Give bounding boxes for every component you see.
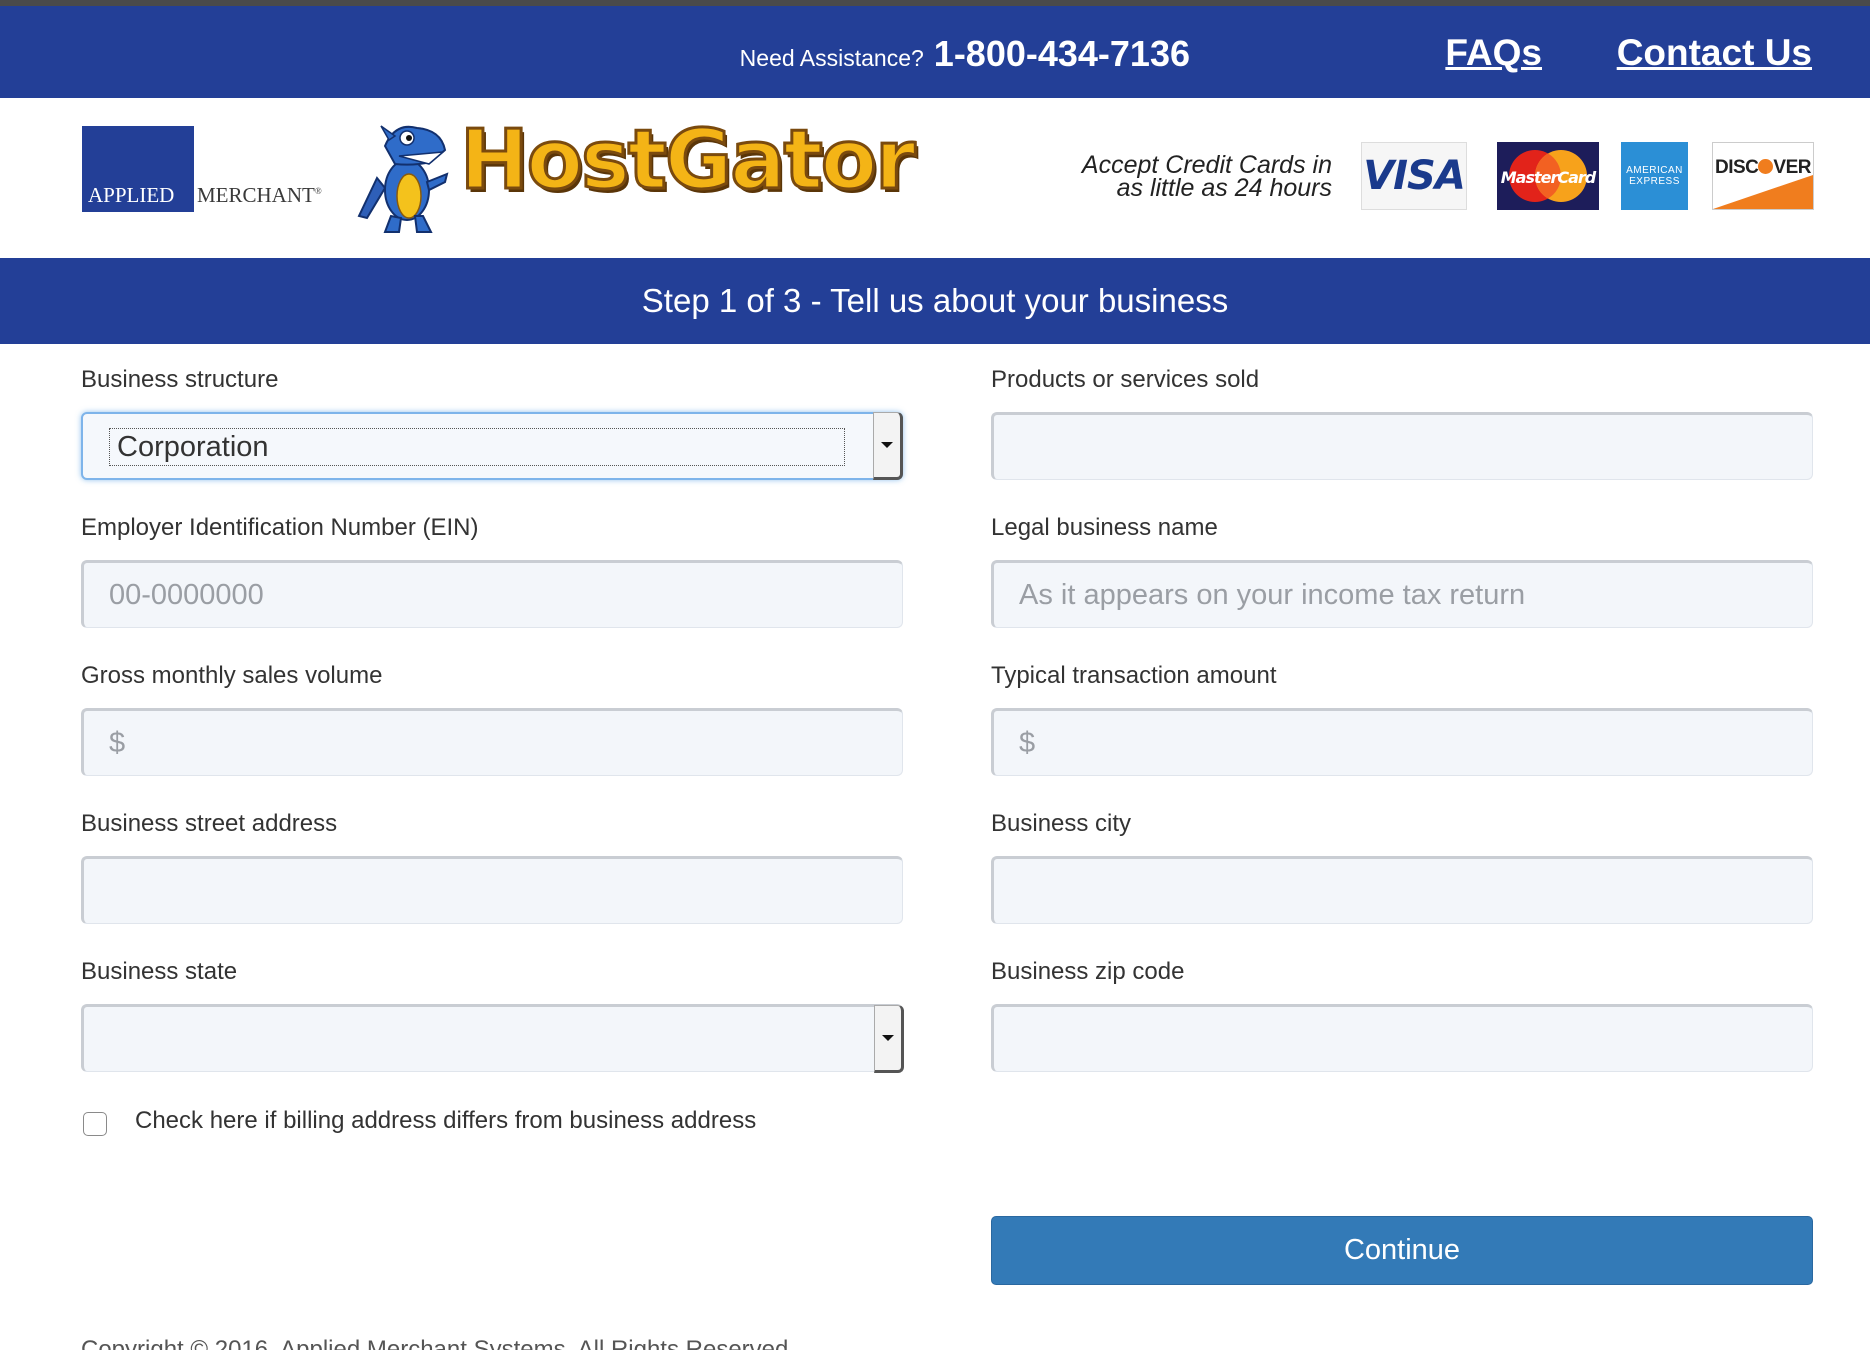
business-city-input[interactable] xyxy=(991,856,1813,924)
products-services-label: Products or services sold xyxy=(991,366,1260,393)
visa-text: VISA xyxy=(1363,153,1466,199)
zip-code-label: Business zip code xyxy=(991,958,1185,985)
applied-merchant-logo-box: APPLIED xyxy=(82,126,194,212)
street-address-input[interactable] xyxy=(81,856,903,924)
amex-text-2: EXPRESS xyxy=(1629,176,1680,187)
business-state-label: Business state xyxy=(81,958,238,985)
assistance-info: Need Assistance? 1-800-434-7136 xyxy=(740,33,1190,75)
merchant-logo-text: MERCHANT® xyxy=(197,183,322,207)
phone-number[interactable]: 1-800-434-7136 xyxy=(934,33,1190,75)
copyright-text: Copyright © 2016, Applied Merchant Syste… xyxy=(81,1336,796,1350)
business-city-label: Business city xyxy=(991,810,1132,837)
street-address-label: Business street address xyxy=(81,810,338,837)
typical-transaction-label: Typical transaction amount xyxy=(991,662,1277,689)
continue-button[interactable]: Continue xyxy=(991,1216,1813,1285)
business-state-select[interactable] xyxy=(81,1004,904,1073)
ein-input[interactable] xyxy=(81,560,903,628)
hostgator-logo[interactable]: HostGator xyxy=(459,118,918,203)
applied-logo-text: APPLIED xyxy=(88,183,175,207)
legal-business-name-input[interactable] xyxy=(991,560,1813,628)
visa-card-icon: VISA xyxy=(1361,142,1467,210)
gross-monthly-sales-label: Gross monthly sales volume xyxy=(81,662,383,689)
faqs-link[interactable]: FAQs xyxy=(1445,32,1542,74)
business-structure-label: Business structure xyxy=(81,366,279,393)
applied-merchant-logo[interactable]: APPLIED MERCHANT® xyxy=(82,126,322,212)
typical-transaction-input[interactable] xyxy=(991,708,1813,776)
mastercard-text: MasterCard xyxy=(1501,168,1597,187)
business-structure-value: Corporation xyxy=(109,428,845,466)
products-services-input[interactable] xyxy=(991,412,1813,480)
accept-cards-tagline: Accept Credit Cards in as little as 24 h… xyxy=(1082,153,1332,202)
zip-code-input[interactable] xyxy=(991,1004,1813,1072)
billing-address-checkbox-label[interactable]: Check here if billing address differs fr… xyxy=(135,1107,756,1135)
logo-row: APPLIED MERCHANT® HostGator Accept Credi… xyxy=(0,98,1870,258)
step-title: Step 1 of 3 - Tell us about your busines… xyxy=(641,282,1229,319)
gross-monthly-sales-input[interactable] xyxy=(81,708,903,776)
ein-label: Employer Identification Number (EIN) xyxy=(81,514,479,541)
step-banner: Step 1 of 3 - Tell us about your busines… xyxy=(0,258,1870,344)
chevron-down-icon[interactable] xyxy=(873,412,903,480)
assistance-label: Need Assistance? xyxy=(739,45,924,71)
legal-business-name-label: Legal business name xyxy=(991,514,1218,541)
chevron-down-icon[interactable] xyxy=(874,1005,904,1073)
business-structure-select[interactable]: Corporation xyxy=(81,412,903,480)
discover-card-icon: DISC VER xyxy=(1712,142,1814,210)
amex-text-1: AMERICAN xyxy=(1626,165,1683,176)
gator-mascot-icon xyxy=(357,125,449,233)
tagline-line-2: as little as 24 hours xyxy=(1116,174,1332,202)
mastercard-icon: MasterCard xyxy=(1497,142,1599,210)
billing-address-checkbox[interactable] xyxy=(83,1112,107,1136)
amex-card-icon: AMERICAN EXPRESS xyxy=(1621,142,1688,210)
contact-us-link[interactable]: Contact Us xyxy=(1617,32,1812,74)
top-header-bar: Need Assistance? 1-800-434-7136 FAQs Con… xyxy=(0,6,1870,98)
